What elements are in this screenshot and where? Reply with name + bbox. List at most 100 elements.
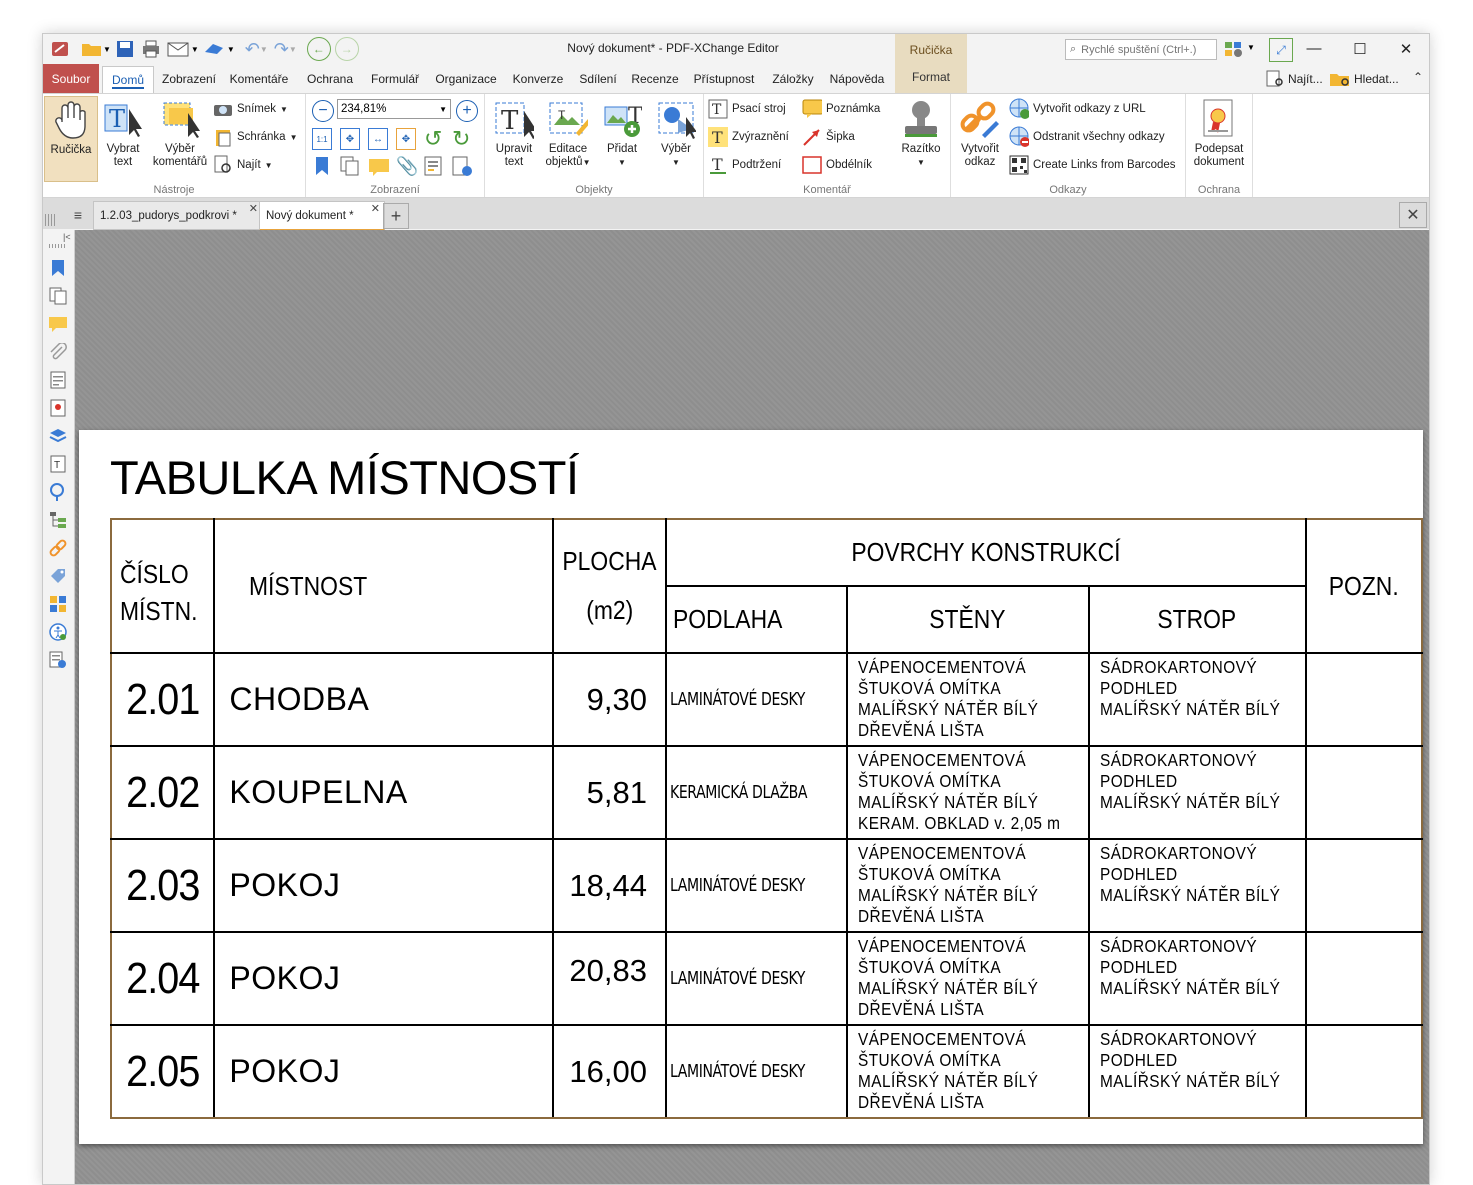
signatures-pane-icon[interactable] — [48, 398, 68, 418]
close-document-icon[interactable]: ✕ — [1399, 202, 1427, 228]
chevron-down-icon[interactable]: ▼ — [191, 45, 199, 54]
document-view[interactable]: TABULKA MÍSTNOSTÍ ČÍSLO MÍSTN. MÍSTNOST … — [75, 230, 1429, 1184]
fit-width-icon[interactable]: ↔ — [368, 128, 388, 150]
selection-button[interactable]: Výběr ▼ — [649, 96, 703, 180]
close-icon[interactable]: ✕ — [371, 202, 380, 215]
close-icon[interactable]: ✕ — [249, 202, 258, 215]
floor-finish: LAMINÁTOVÉ DESKY — [669, 1061, 805, 1082]
tab-accessibility[interactable]: Přístupnost — [689, 68, 759, 90]
fullscreen-icon[interactable]: ⤢ — [1269, 38, 1293, 62]
quick-launch-box[interactable]: ⌕ — [1065, 39, 1217, 60]
bookmark-icon[interactable] — [314, 156, 330, 181]
tab-help[interactable]: Nápověda — [825, 68, 889, 90]
tab-protect[interactable]: Ochrana — [303, 68, 357, 90]
back-icon[interactable]: ← — [306, 37, 331, 61]
tab-comments[interactable]: Komentáře — [227, 68, 291, 90]
attachments-pane-icon[interactable] — [48, 342, 68, 362]
tabs-menu-icon[interactable]: ≡ — [67, 204, 89, 226]
typewriter-button[interactable]: T Psací stroj — [708, 98, 786, 120]
chevron-down-icon[interactable]: ▼ — [260, 45, 268, 54]
open-folder-icon[interactable] — [81, 40, 103, 58]
order-pane-icon[interactable] — [48, 594, 68, 614]
minimize-button[interactable]: — — [1291, 34, 1337, 63]
actual-size-icon[interactable]: 1:1 — [312, 128, 332, 150]
links-from-barcodes-button[interactable]: Create Links from Barcodes — [1009, 154, 1176, 176]
comments-pane-icon[interactable] — [368, 158, 390, 181]
clipboard-button[interactable]: Schránka ▼ — [213, 126, 298, 148]
save-icon[interactable] — [115, 39, 137, 59]
hand-tool-button[interactable]: Ručička — [44, 96, 98, 182]
settings-doc-icon[interactable] — [452, 156, 474, 183]
doc-tab-new-document[interactable]: Nový dokument * ✕ — [259, 201, 385, 231]
redo-icon[interactable]: ↷ — [274, 39, 289, 60]
maximize-button[interactable]: ☐ — [1337, 34, 1383, 63]
destinations-pane-icon[interactable] — [48, 482, 68, 502]
settings-icon[interactable] — [1223, 39, 1245, 59]
chevron-down-icon[interactable]: ▼ — [1247, 43, 1255, 52]
close-window-button[interactable]: ✕ — [1383, 34, 1429, 63]
print-icon[interactable] — [141, 39, 163, 59]
create-links-url-button[interactable]: Vytvořit odkazy z URL — [1009, 98, 1146, 120]
edit-objects-button[interactable]: T Editace objektů▼ — [541, 96, 595, 180]
reading-order-pane-icon[interactable] — [48, 650, 68, 670]
accessibility-pane-icon[interactable] — [48, 622, 68, 642]
rotate-left-icon[interactable]: ↺ — [424, 126, 442, 152]
email-icon[interactable] — [167, 40, 191, 58]
zoom-in-icon[interactable]: + — [456, 100, 478, 122]
forward-icon[interactable]: → — [334, 37, 359, 61]
collapse-ribbon-icon[interactable]: ⌃ — [1413, 70, 1423, 84]
highlight-button[interactable]: T Zvýraznění — [708, 126, 789, 148]
properties-pane-icon[interactable] — [48, 370, 68, 390]
layers-pane-icon[interactable] — [48, 426, 68, 446]
tags-pane-icon[interactable] — [48, 566, 68, 586]
rectangle-button[interactable]: Obdélník — [802, 154, 872, 176]
tab-form[interactable]: Formulář — [365, 68, 425, 90]
search-button[interactable]: Hledat... — [1329, 70, 1399, 88]
tab-organize[interactable]: Organizace — [433, 68, 499, 90]
properties-icon[interactable] — [424, 156, 442, 181]
edit-text-button[interactable]: T Upravit text — [487, 96, 541, 180]
zoom-out-icon[interactable]: − — [312, 100, 334, 122]
find-button[interactable]: Najít... — [1265, 70, 1323, 88]
tab-share[interactable]: Sdílení — [575, 68, 621, 90]
remove-all-links-button[interactable]: Odstranit všechny odkazy — [1009, 126, 1165, 148]
arrow-button[interactable]: Šipka — [802, 126, 855, 148]
tab-bookmarks[interactable]: Záložky — [767, 68, 819, 90]
stamp-button[interactable]: Razítko ▼ — [894, 96, 948, 180]
select-comments-button[interactable]: Výběr komentářů — [151, 96, 209, 180]
attachment-icon[interactable]: 📎 — [396, 156, 418, 177]
sign-document-button[interactable]: Podepsat dokument — [1190, 96, 1248, 180]
undo-icon[interactable]: ↶ — [245, 39, 260, 60]
add-button[interactable]: T Přidat ▼ — [595, 96, 649, 180]
doc-tab-pudorys[interactable]: 1.2.03_pudorys_podkrovi * ✕ — [93, 201, 263, 230]
snapshot-button[interactable]: Snímek ▼ — [213, 98, 288, 120]
chevron-down-icon[interactable]: ▼ — [289, 45, 297, 54]
note-button[interactable]: Poznámka — [802, 98, 880, 120]
new-tab-icon[interactable]: + — [383, 203, 409, 229]
select-text-button[interactable]: T Vybrat text — [96, 96, 150, 180]
find-tool-button[interactable]: Najít ▼ — [213, 154, 273, 176]
links-pane-icon[interactable] — [48, 538, 68, 558]
tab-view[interactable]: Zobrazení — [155, 68, 223, 90]
zoom-select[interactable]: 234,81% ▼ — [337, 99, 451, 119]
rotate-right-icon[interactable]: ↻ — [452, 126, 470, 152]
tab-review[interactable]: Recenze — [629, 68, 681, 90]
content-pane-icon[interactable]: T — [48, 454, 68, 474]
bookmarks-pane-icon[interactable] — [48, 258, 68, 278]
tab-home[interactable]: Domů — [102, 66, 154, 94]
comments-pane-icon[interactable] — [48, 314, 68, 334]
pages-pane-icon[interactable] — [48, 286, 68, 306]
fit-visible-icon[interactable]: ✥ — [396, 128, 416, 150]
chevron-down-icon[interactable]: ▼ — [227, 45, 235, 54]
tab-convert[interactable]: Konverze — [509, 68, 567, 90]
create-link-button[interactable]: Vytvořit odkaz — [953, 96, 1007, 180]
quick-launch-input[interactable] — [1079, 42, 1210, 57]
collapse-pane-icon[interactable]: |< — [63, 232, 71, 242]
pages-icon[interactable] — [340, 156, 360, 181]
scan-icon[interactable] — [203, 40, 227, 58]
fit-page-icon[interactable]: ✥ — [340, 128, 360, 150]
chevron-down-icon[interactable]: ▼ — [103, 45, 111, 54]
tab-file[interactable]: Soubor — [43, 64, 99, 93]
structure-pane-icon[interactable] — [48, 510, 68, 530]
underline-button[interactable]: T Podtržení — [708, 154, 781, 176]
